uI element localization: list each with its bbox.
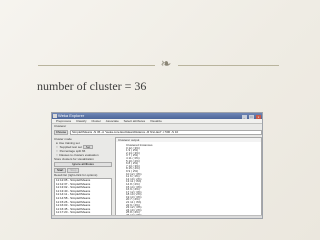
quill-ornament-icon: ❧ <box>160 57 172 72</box>
tab-visualize[interactable]: Visualize <box>148 119 164 124</box>
output-pane: Clusterer output Clustered Instances 0 12… <box>115 137 262 218</box>
window-titlebar: Weka Explorer _ □ x <box>52 113 262 119</box>
slide-heading: number of cluster = 36 <box>37 79 147 93</box>
minimize-button[interactable]: _ <box>241 115 247 119</box>
choose-button[interactable]: Choose <box>54 130 68 135</box>
weka-explorer-window: Weka Explorer _ □ x Preprocess Classify … <box>51 112 263 219</box>
clusterer-command-field[interactable]: SimpleKMeans -N 36 -A "weka.core.Euclide… <box>70 130 262 135</box>
app-icon <box>53 114 57 118</box>
window-title: Weka Explorer <box>58 113 85 118</box>
close-button[interactable]: x <box>256 115 261 119</box>
title-rule-right <box>178 65 279 66</box>
tab-classify[interactable]: Classify <box>74 119 89 124</box>
clusterer-row: Choose SimpleKMeans -N 36 -A "weka.core.… <box>54 130 262 135</box>
store-clusters-checkbox[interactable]: Store clusters for visualization <box>54 157 112 161</box>
output-lines: Clustered Instances 0 12 ( 3%) 1 9 ( 2%) 2 … <box>126 144 186 217</box>
cluster-mode-pane: Cluster mode Use training set Supplied t… <box>54 137 112 218</box>
maximize-button[interactable]: □ <box>248 115 254 119</box>
slide: ❧ number of cluster = 36 Weka Explorer _… <box>0 0 320 240</box>
output-label: Clusterer output <box>116 138 261 142</box>
title-rule-left <box>38 65 155 66</box>
clusterer-output[interactable]: Clusterer output Clustered Instances 0 12… <box>115 137 262 218</box>
result-list-label: Result list (right-click for options) <box>54 173 98 177</box>
ignore-attributes-button[interactable]: Ignore attributes <box>54 162 112 167</box>
tab-associate[interactable]: Associate <box>104 119 121 124</box>
tab-cluster[interactable]: Cluster <box>89 119 103 124</box>
status-bar <box>52 215 262 218</box>
clusterer-group-label: Clusterer <box>54 124 67 128</box>
result-list: 11:12:05 - SimpleKMeans 11:12:37 - Simple… <box>54 178 112 218</box>
tab-select-attributes[interactable]: Select attributes <box>122 119 148 124</box>
